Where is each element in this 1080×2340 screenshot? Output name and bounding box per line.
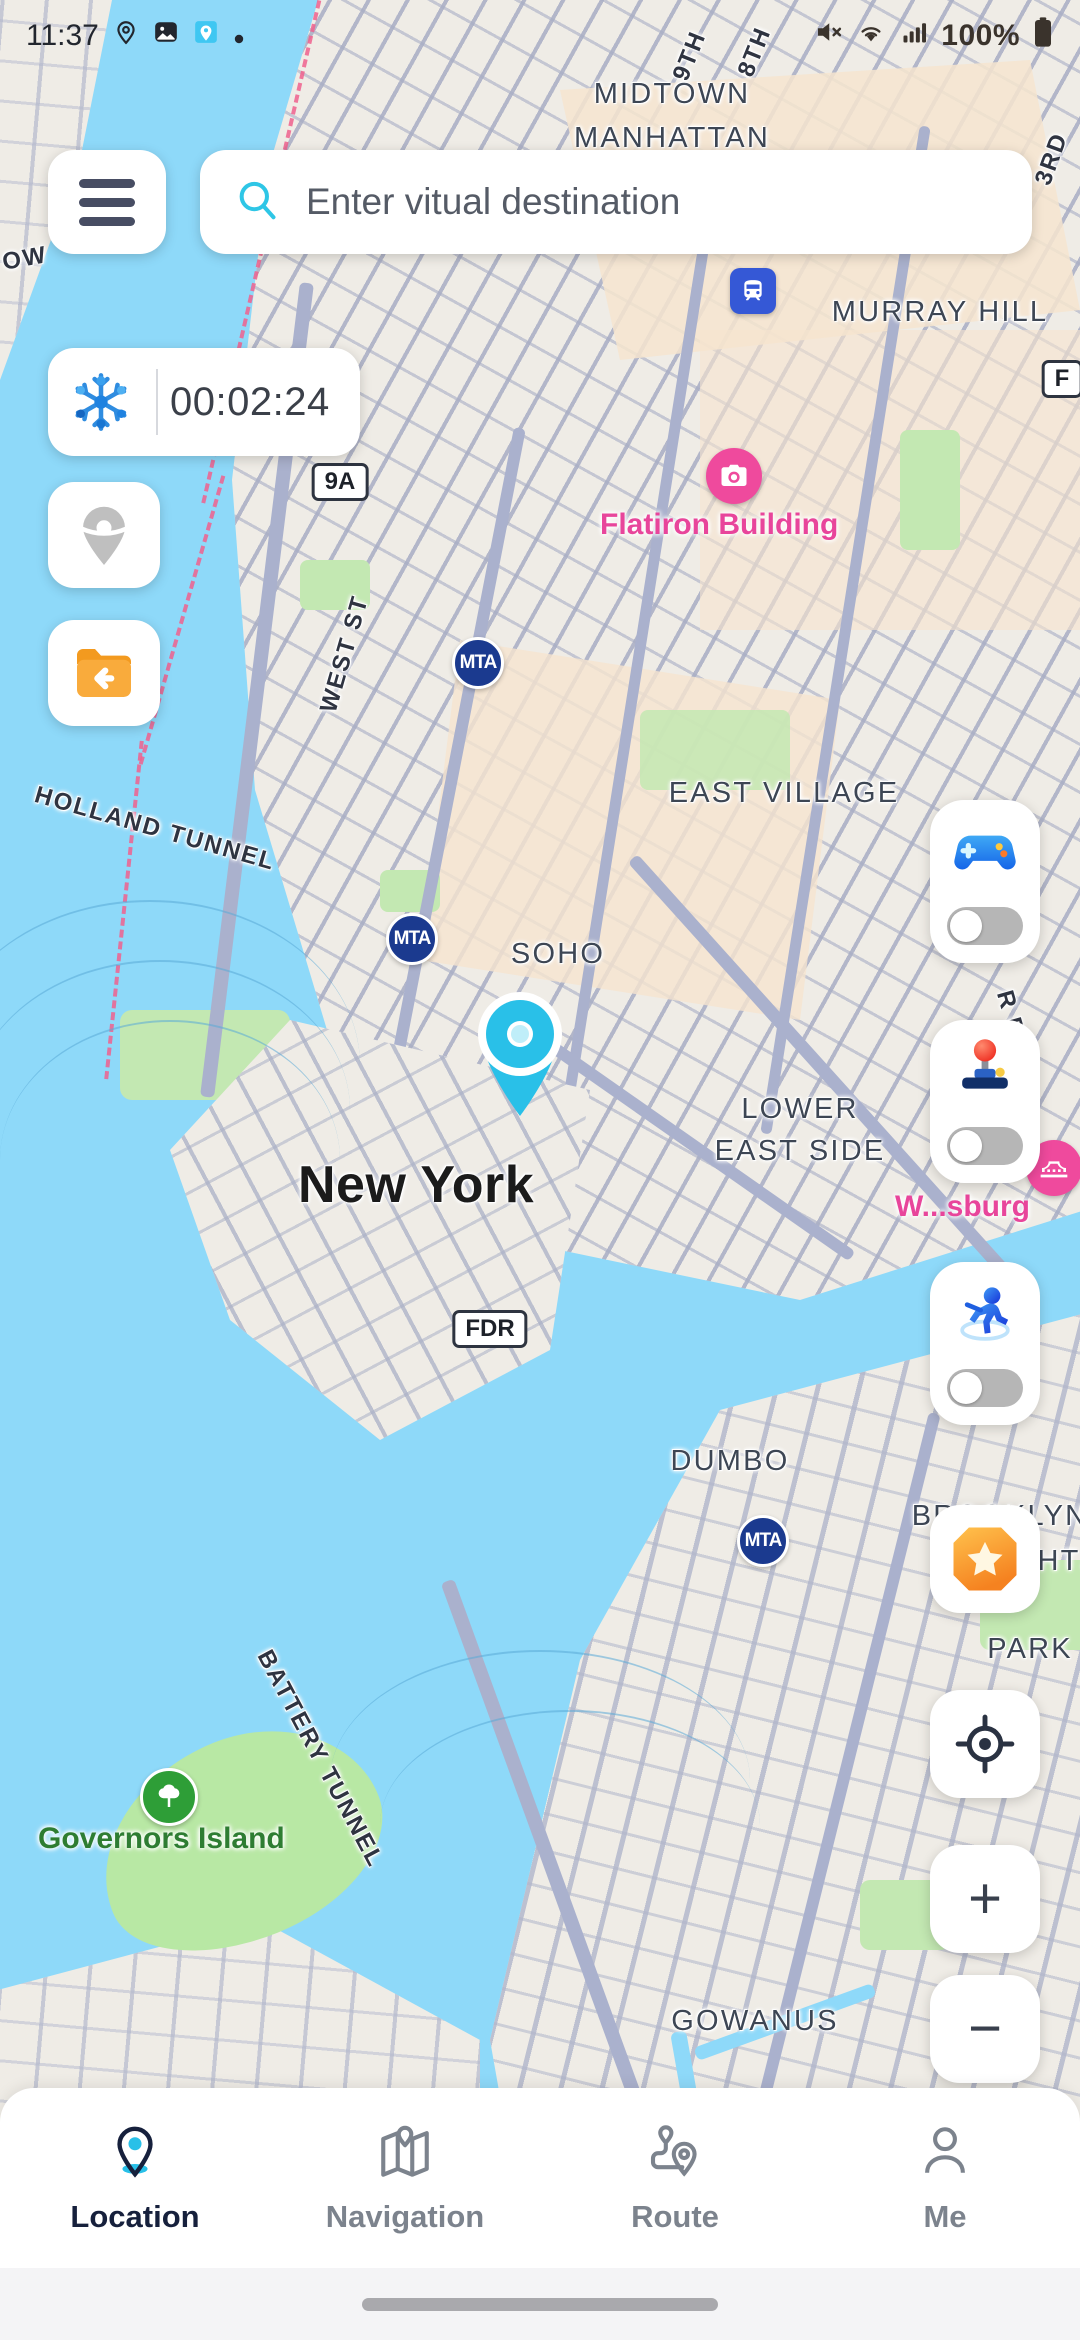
battery-icon	[1032, 16, 1054, 56]
location-pin-icon	[113, 19, 139, 53]
battery-percent: 100%	[941, 19, 1020, 52]
nav-item-navigation[interactable]: Navigation	[270, 2088, 540, 2268]
freeze-timer-chip[interactable]: 00:02:24	[48, 348, 360, 456]
hamburger-menu-icon[interactable]	[48, 150, 166, 254]
map-poi-label-williamsburg: W...sburg	[895, 1190, 1030, 1223]
map-water-contour	[0, 1020, 340, 1300]
nav-label-navigation: Navigation	[325, 2198, 485, 2234]
search-input[interactable]: Enter vitual destination	[306, 181, 680, 223]
mta-icon[interactable]: MTA	[452, 637, 504, 689]
status-bar: 11:37 100%	[0, 0, 1080, 72]
map-folded-icon	[376, 2122, 434, 2185]
route-pins-icon	[646, 2122, 704, 2185]
running-person-icon[interactable]	[948, 1276, 1022, 1355]
status-bar-left: 11:37	[26, 19, 245, 53]
freeze-timer-value: 00:02:24	[170, 379, 330, 424]
bottom-navigation-bar: Location Navigation Route Me	[0, 2088, 1080, 2268]
walk-simulation-toggle-card[interactable]	[930, 1262, 1040, 1425]
top-bar: Enter vitual destination	[0, 150, 1080, 254]
status-bar-right: 100%	[813, 16, 1054, 56]
chip-divider	[156, 369, 158, 435]
zoom-in-button[interactable]: +	[930, 1845, 1040, 1953]
map-park	[900, 430, 960, 550]
nav-item-me[interactable]: Me	[810, 2088, 1080, 2268]
map-poi-label-governors: Governors Island	[38, 1822, 285, 1855]
map-neighborhood-label: EAST SIDE	[714, 1135, 886, 1167]
current-location-pin-icon[interactable]	[460, 970, 580, 1120]
wifi-icon	[855, 17, 887, 55]
dot-icon	[233, 19, 245, 53]
park-tree-icon[interactable]	[140, 1768, 198, 1826]
star-badge-icon[interactable]	[930, 1505, 1040, 1613]
train-station-icon[interactable]	[730, 268, 776, 314]
joystick-icon[interactable]	[948, 1034, 1022, 1113]
map-route-shield: 9A	[311, 463, 369, 501]
walk-toggle[interactable]	[947, 1369, 1023, 1407]
crosshair-locate-icon[interactable]	[930, 1690, 1040, 1798]
map-neighborhood-label: MURRAY HILL	[831, 296, 1049, 328]
map-neighborhood-label: GOWANUS	[671, 2005, 839, 2037]
map-neighborhood-label: PARK	[987, 1633, 1073, 1665]
person-icon	[916, 2122, 974, 2185]
nav-label-route: Route	[631, 2198, 719, 2234]
menu-bar	[79, 197, 135, 207]
gamepad-icon[interactable]	[948, 814, 1022, 893]
map-water-contour	[380, 1710, 760, 1940]
map-city-label: New York	[298, 1156, 535, 1214]
map-neighborhood-label: SOHO	[510, 938, 606, 970]
mta-icon[interactable]: MTA	[737, 1515, 789, 1567]
map-neighborhood-label: DUMBO	[670, 1445, 790, 1477]
nav-item-location[interactable]: Location	[0, 2088, 270, 2268]
menu-bar	[79, 178, 135, 188]
mute-icon	[813, 17, 843, 55]
gamepad-toggle-card[interactable]	[930, 800, 1040, 963]
map-neighborhood-label: MIDTOWN	[593, 78, 751, 110]
mta-icon[interactable]: MTA	[386, 913, 438, 965]
toggle-knob	[950, 910, 982, 942]
zoom-out-button[interactable]: −	[930, 1975, 1040, 2083]
home-indicator[interactable]	[362, 2297, 718, 2311]
home-indicator-area	[0, 2268, 1080, 2340]
map-poi-label-flatiron: Flatiron Building	[600, 508, 839, 541]
location-app-icon	[193, 19, 219, 53]
map-route-shield: FDR	[452, 1310, 528, 1348]
gallery-icon	[153, 19, 179, 53]
location-pin-icon	[106, 2122, 164, 2185]
location-pin-disabled-icon[interactable]	[48, 482, 160, 588]
nav-label-location: Location	[70, 2198, 200, 2234]
zoom-out-label: −	[968, 1996, 1002, 2061]
menu-bar	[79, 216, 135, 226]
search-bar[interactable]: Enter vitual destination	[200, 150, 1032, 254]
map-route-shield: F	[1041, 360, 1080, 398]
status-time: 11:37	[26, 19, 99, 52]
zoom-in-label: +	[968, 1866, 1002, 1931]
folder-import-icon[interactable]	[48, 620, 160, 726]
joystick-toggle-card[interactable]	[930, 1020, 1040, 1183]
nav-item-route[interactable]: Route	[540, 2088, 810, 2268]
signal-bars-icon	[899, 18, 929, 54]
toggle-knob	[950, 1372, 982, 1404]
gamepad-toggle[interactable]	[947, 907, 1023, 945]
camera-icon[interactable]	[706, 448, 762, 504]
toggle-knob	[950, 1130, 982, 1162]
map-neighborhood-label: LOWER	[741, 1093, 859, 1125]
joystick-toggle[interactable]	[947, 1127, 1023, 1165]
search-icon	[234, 177, 280, 228]
app-screen: MIDTOWN MANHATTAN MURRAY HILL EAST VILLAGE S…	[0, 0, 1080, 2340]
map-neighborhood-label: EAST VILLAGE	[668, 777, 900, 809]
snowflake-icon[interactable]	[58, 370, 144, 434]
nav-label-me: Me	[923, 2198, 967, 2234]
